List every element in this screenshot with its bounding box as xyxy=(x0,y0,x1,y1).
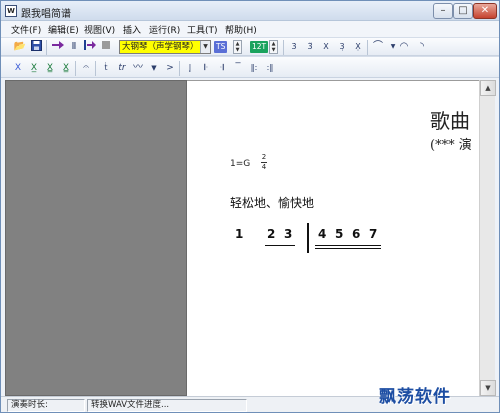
octave-up2-icon[interactable]: 3̈ xyxy=(303,40,317,54)
play-arrow-icon[interactable] xyxy=(51,40,65,54)
tempo-badge: TS xyxy=(214,41,228,53)
toolbar-separator xyxy=(75,61,76,76)
notation-toolbar: X X̲ X̳ X̳ 𝄐 ṫ tr 〰 ▼ > |̣ 𝄆 𝄇 ‾ ‖: :‖ xyxy=(1,56,499,78)
vertical-scrollbar[interactable]: ▲ ▼ xyxy=(479,80,496,396)
menu-tools[interactable]: 工具(T) xyxy=(187,23,218,36)
measure-barline xyxy=(307,223,309,253)
wave-icon[interactable]: 〰 xyxy=(131,61,145,75)
menu-view[interactable]: 视图(V) xyxy=(84,23,115,36)
app-window: W 跟我唱简谱 – □ ✕ 文件(F) 编辑(E) 视图(V) 插入 运行(R)… xyxy=(0,0,500,413)
playback-duration-status: 演奏时长: xyxy=(7,399,85,412)
expression-text[interactable]: 轻松地、愉快地 xyxy=(230,194,314,211)
note-double-underline-icon[interactable]: X̳ xyxy=(43,61,57,75)
menu-bar: 文件(F) 编辑(E) 视图(V) 插入 运行(R) 工具(T) 帮助(H) xyxy=(1,21,499,37)
scroll-down-icon[interactable]: ▼ xyxy=(480,380,496,396)
stop-icon[interactable] xyxy=(99,40,113,54)
toolbar-separator xyxy=(46,40,47,55)
octave-up-icon[interactable]: 3̇ xyxy=(287,40,301,54)
note[interactable]: 5 xyxy=(335,227,343,241)
instrument-value: 大钢琴（声学钢琴） xyxy=(122,42,199,52)
close-button[interactable]: ✕ xyxy=(473,3,497,19)
note[interactable]: 3 xyxy=(284,227,292,241)
toolbar-separator xyxy=(367,40,368,55)
rest-x-low-icon[interactable]: X̣ xyxy=(351,40,365,54)
title-bar: W 跟我唱简谱 – □ ✕ xyxy=(1,1,499,21)
barline-repeat-right-icon[interactable]: :‖ xyxy=(263,61,277,75)
time-signature[interactable]: 2 4 xyxy=(261,154,267,171)
wav-conversion-status: 转换WAV文件进度... xyxy=(87,399,247,412)
note[interactable]: 7 xyxy=(369,227,377,241)
scroll-up-icon[interactable]: ▲ xyxy=(480,80,496,96)
tie-right-icon[interactable]: ◝ xyxy=(415,40,429,54)
overline-icon[interactable]: ‾ xyxy=(231,61,245,75)
fermata-icon[interactable]: 𝄐 xyxy=(79,61,93,75)
tie-left-icon[interactable]: ◠ xyxy=(397,40,411,54)
accent-icon[interactable]: > xyxy=(163,61,177,75)
open-folder-icon[interactable]: 📂 xyxy=(13,40,27,54)
note[interactable]: 1 xyxy=(235,227,243,241)
toolbar-separator xyxy=(283,40,284,55)
menu-file[interactable]: 文件(F) xyxy=(11,23,41,36)
trill-icon[interactable]: tr xyxy=(115,61,129,75)
note[interactable]: 4 xyxy=(318,227,326,241)
time-signature-bottom: 4 xyxy=(261,163,267,171)
eighth-note-beam xyxy=(315,245,381,246)
time-signature-top: 2 xyxy=(261,153,267,161)
staccato-icon[interactable]: |̣ xyxy=(183,61,197,75)
play-from-start-icon[interactable] xyxy=(83,40,97,54)
key-signature[interactable]: 1=G xyxy=(230,159,250,169)
menu-help[interactable]: 帮助(H) xyxy=(225,23,257,36)
menu-run[interactable]: 运行(R) xyxy=(149,23,180,36)
barline-repeat-left-icon[interactable]: ‖: xyxy=(247,61,261,75)
repeat-start-icon[interactable]: 𝄆 xyxy=(199,61,213,75)
maximize-button[interactable]: □ xyxy=(453,3,473,19)
tempo-stepper[interactable]: ▲ ▼ xyxy=(233,40,242,54)
watermark-logo: 飘荡软件 xyxy=(379,387,451,407)
pause-icon[interactable]: Ⅱ xyxy=(67,40,81,54)
note[interactable]: 2 xyxy=(267,227,275,241)
note-x-icon[interactable]: X xyxy=(11,61,25,75)
chevron-down-icon[interactable]: ▼ xyxy=(200,41,210,53)
window-title: 跟我唱简谱 xyxy=(21,9,71,20)
menu-insert[interactable]: 插入 xyxy=(123,23,141,36)
app-icon: W xyxy=(5,5,17,17)
main-toolbar: 📂 Ⅱ 大钢琴（声学钢琴） ▼ TS ▲ ▼ 12T ▲ ▼ 3̇ 3̈ X 3̣ … xyxy=(1,37,499,56)
rest-x-icon[interactable]: X xyxy=(319,40,333,54)
key-badge: 12T xyxy=(250,41,269,53)
score-document[interactable]: 歌曲 (*** 演 1=G 2 4 轻松地、愉快地 1 2 3 4 5 6 7 xyxy=(187,80,479,396)
slur-icon[interactable]: ⌒ xyxy=(371,40,385,54)
note-triple-underline-icon[interactable]: X̳ xyxy=(59,61,73,75)
note-underline-icon[interactable]: X̲ xyxy=(27,61,41,75)
grace-note-icon[interactable]: ṫ xyxy=(99,61,113,75)
toolbar-separator xyxy=(179,61,180,76)
instrument-select[interactable]: 大钢琴（声学钢琴） ▼ xyxy=(119,40,211,54)
repeat-end-icon[interactable]: 𝄇 xyxy=(215,61,229,75)
eighth-note-beam xyxy=(265,245,295,246)
menu-edit[interactable]: 编辑(E) xyxy=(48,23,79,36)
key-stepper[interactable]: ▲ ▼ xyxy=(269,40,278,54)
toolbar-separator xyxy=(95,61,96,76)
workspace-background xyxy=(5,80,187,396)
save-icon[interactable] xyxy=(29,40,43,54)
minimize-button[interactable]: – xyxy=(433,3,453,19)
sixteenth-note-beam xyxy=(315,248,381,249)
accent-down-icon[interactable]: ▼ xyxy=(147,61,161,75)
note[interactable]: 6 xyxy=(352,227,360,241)
octave-down-icon[interactable]: 3̣ xyxy=(335,40,349,54)
score-title[interactable]: 歌曲 xyxy=(430,105,470,134)
score-subtitle[interactable]: (*** 演 xyxy=(430,134,472,153)
